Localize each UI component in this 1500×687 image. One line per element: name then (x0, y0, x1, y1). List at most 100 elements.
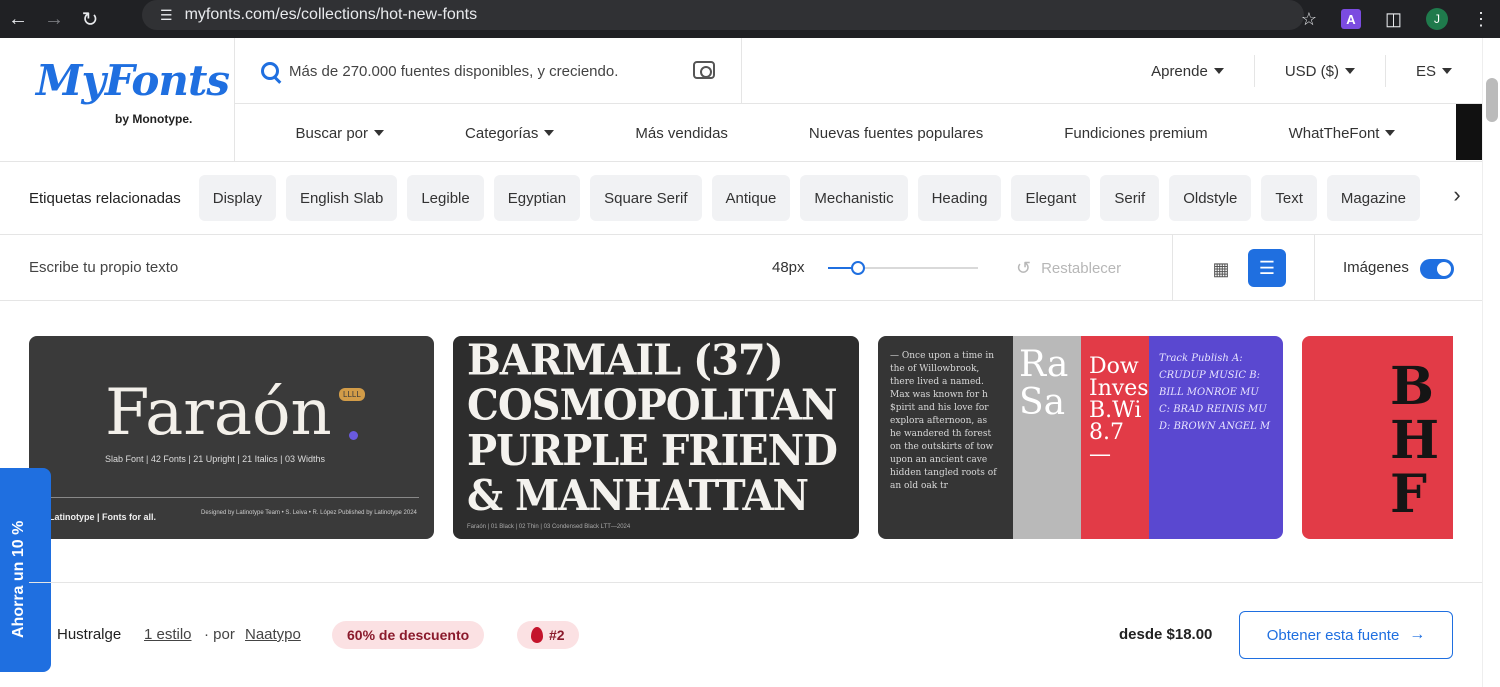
specimen-panel: — Once upon a time in the of Willowbrook… (878, 336, 1013, 539)
by-label: · por (204, 626, 235, 643)
chevron-down-icon (1344, 68, 1355, 74)
nav-browse-by[interactable]: Buscar por (295, 125, 385, 142)
specimen-panel: Ra Sa (1013, 336, 1081, 539)
tag-chip[interactable]: English Slab (285, 175, 398, 221)
list-view-icon[interactable]: ☰ (1248, 249, 1286, 287)
browser-menu-icon[interactable]: ⋮ (1472, 9, 1490, 30)
get-font-button[interactable]: Obtener esta fuente → (1239, 611, 1453, 659)
chevron-down-icon (1442, 68, 1452, 74)
url-text[interactable]: myfonts.com/es/collections/hot-new-fonts (185, 6, 478, 24)
language-menu[interactable]: ES (1386, 55, 1482, 87)
nav-whatthefont[interactable]: WhatTheFont (1289, 125, 1396, 142)
card-footer: Faraón | 01 Black | 02 Thin | 03 Condens… (467, 524, 631, 530)
tag-chip[interactable]: Display (198, 175, 276, 221)
promo-tab[interactable]: Ahorra un 10 % (0, 468, 51, 672)
forward-icon[interactable]: → (36, 0, 72, 38)
divider (1314, 235, 1315, 301)
site-header: MyFonts by Monotype. Aprende USD ($) ES … (0, 38, 1482, 162)
font-size-slider[interactable] (828, 261, 978, 275)
card-credits: Designed by Latinotype Team • S. Leiva •… (201, 510, 417, 516)
tag-chip[interactable]: Magazine (1326, 175, 1420, 221)
tag-chip[interactable]: Egyptian (493, 175, 581, 221)
chevron-down-icon (544, 130, 555, 136)
specimen-panel: Dow Inves B.Wi 8.7— (1081, 336, 1149, 539)
scrollbar[interactable] (1482, 38, 1500, 687)
card-meta: Slab Font | 42 Fonts | 21 Upright | 21 I… (105, 454, 325, 464)
divider (1172, 235, 1173, 301)
logo-area[interactable]: MyFonts by Monotype. (0, 38, 235, 162)
divider (29, 582, 1482, 583)
search-row: Aprende USD ($) ES (235, 38, 1482, 104)
search-input[interactable] (289, 62, 679, 80)
card-specimen: B H F (1390, 356, 1440, 525)
learn-menu[interactable]: Aprende (1121, 55, 1255, 87)
slider-handle[interactable] (851, 261, 865, 275)
card-title: Faraón (105, 376, 332, 450)
reset-button[interactable]: ↺ Restablecer (1016, 258, 1121, 279)
chevron-down-icon (1213, 68, 1224, 74)
font-card-image[interactable]: B H F (1302, 336, 1453, 539)
back-icon[interactable]: ← (0, 0, 36, 38)
card-footer: Latinotype | Fonts for all. (49, 512, 157, 522)
tag-chip[interactable]: Text (1261, 175, 1317, 221)
specimen-panel: Track Publish A: CRUDUP MUSIC B: BILL MO… (1149, 336, 1283, 539)
search-icon[interactable] (261, 62, 279, 80)
chevron-down-icon (1385, 130, 1396, 136)
profile-avatar[interactable]: J (1426, 8, 1448, 30)
font-listing-row: Hustralge 1 estilo · por Naatypo 60% de … (57, 611, 1457, 659)
main-nav: Buscar por Categorías Más vendidas Nueva… (235, 104, 1456, 162)
bookmark-star-icon[interactable]: ☆ (1301, 9, 1317, 30)
tag-chip[interactable]: Oldstyle (1169, 175, 1252, 221)
scrollbar-thumb[interactable] (1486, 78, 1498, 122)
discount-badge: 60% de descuento (332, 621, 485, 649)
nav-hot-new-fonts[interactable]: Nuevas fuentes populares (809, 125, 983, 142)
font-image-carousel: Faraón LLLL Slab Font | 42 Fonts | 21 Up… (29, 336, 1453, 539)
related-tags-row: Etiquetas relacionadas Display English S… (0, 162, 1482, 235)
logo-subtitle: by Monotype. (115, 112, 193, 126)
tag-chip[interactable]: Elegant (1011, 175, 1091, 221)
font-card-image[interactable]: BARMAIL (37) COSMOPOLITAN PURPLE FRIEND … (453, 336, 859, 539)
extensions-puzzle-icon[interactable]: ◫ (1385, 9, 1402, 30)
arrow-right-icon: → (1409, 626, 1426, 643)
extension-icon[interactable]: A (1340, 9, 1361, 29)
grid-view-icon[interactable]: ▦ (1204, 252, 1238, 286)
foundry-link[interactable]: Naatypo (245, 626, 301, 643)
nav-categories[interactable]: Categorías (465, 125, 555, 142)
chevron-right-icon[interactable]: › (1442, 182, 1472, 208)
font-name[interactable]: Hustralge (57, 626, 121, 643)
tag-chip[interactable]: Heading (917, 175, 1002, 221)
card-badge: LLLL (339, 388, 365, 401)
images-label: Imágenes (1343, 259, 1409, 276)
tag-chip[interactable]: Square Serif (590, 175, 702, 221)
currency-menu[interactable]: USD ($) (1255, 55, 1386, 87)
custom-text-input[interactable]: Escribe tu propio texto (29, 259, 178, 276)
top-menu: Aprende USD ($) ES (1121, 38, 1482, 104)
tag-chip[interactable]: Serif (1100, 175, 1160, 221)
search-box (235, 38, 742, 104)
browser-toolbar: ← → ↻ ☰ myfonts.com/es/collections/hot-n… (0, 0, 1500, 38)
font-size-value: 48px (772, 259, 805, 276)
reload-icon[interactable]: ↻ (72, 0, 108, 38)
chevron-down-icon (374, 130, 385, 136)
related-tags-label: Etiquetas relacionadas (29, 189, 181, 207)
reset-icon: ↺ (1016, 258, 1032, 278)
header-edge-strip (1456, 104, 1482, 160)
preview-controls: Escribe tu propio texto 48px ↺ Restablec… (0, 235, 1482, 301)
nav-best-sellers[interactable]: Más vendidas (635, 125, 728, 142)
price-label: desde $18.00 (1119, 626, 1213, 643)
tag-chip[interactable]: Mechanistic (800, 175, 908, 221)
site-settings-icon[interactable]: ☰ (160, 7, 173, 24)
nav-premium-foundries[interactable]: Fundiciones premium (1064, 125, 1207, 142)
decorative-dot (349, 431, 358, 440)
address-bar[interactable]: ☰ myfonts.com/es/collections/hot-new-fon… (142, 0, 1304, 30)
font-styles-link[interactable]: 1 estilo (144, 626, 192, 643)
tag-chip[interactable]: Antique (711, 175, 791, 221)
images-toggle[interactable] (1420, 259, 1454, 279)
camera-icon[interactable] (693, 61, 715, 79)
font-card-image[interactable]: — Once upon a time in the of Willowbrook… (878, 336, 1283, 539)
divider (49, 497, 419, 498)
font-card-image[interactable]: Faraón LLLL Slab Font | 42 Fonts | 21 Up… (29, 336, 434, 539)
rank-badge: #2 (517, 621, 579, 649)
myfonts-logo[interactable]: MyFonts (36, 56, 230, 105)
tag-chip[interactable]: Legible (407, 175, 484, 221)
